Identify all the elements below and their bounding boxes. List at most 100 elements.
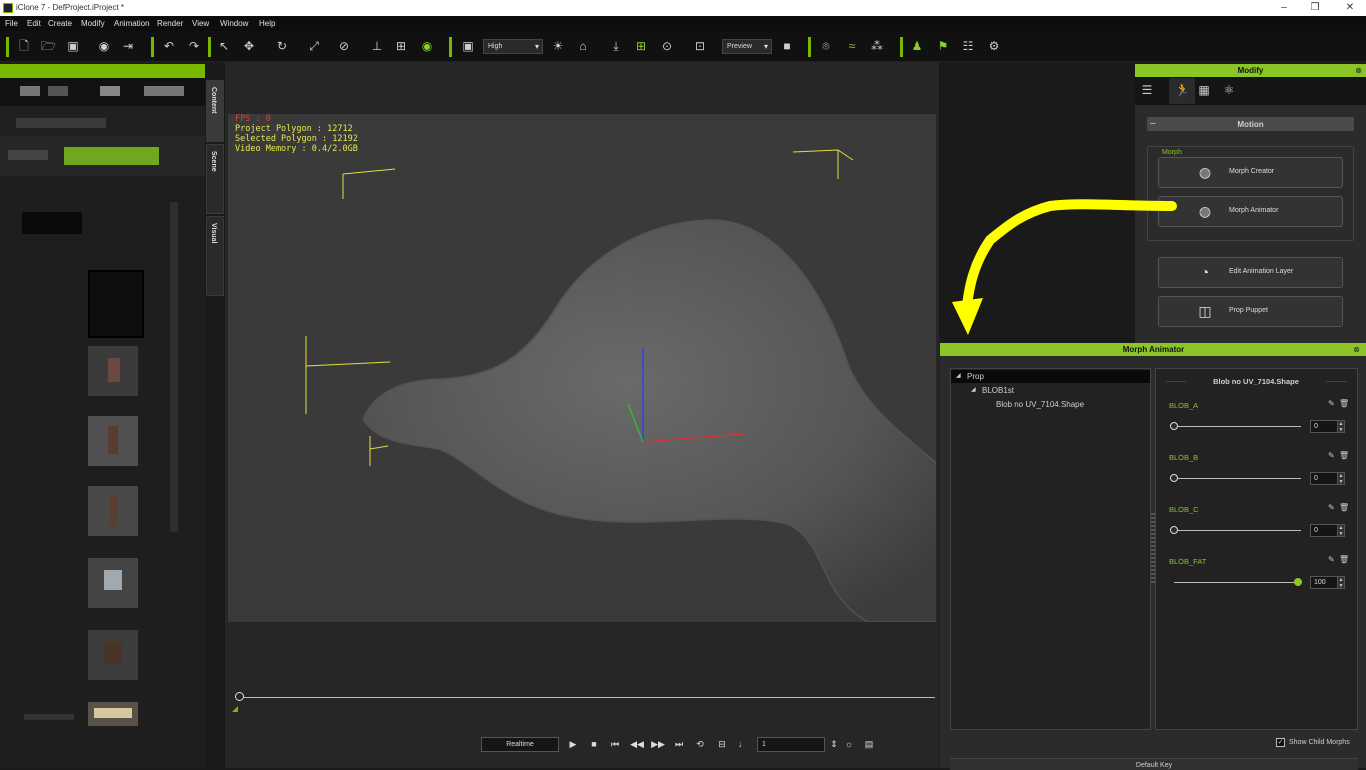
menu-create[interactable]: Create — [48, 19, 72, 28]
particles-icon[interactable]: ⁂ — [870, 39, 884, 53]
tab-physics-icon[interactable]: ⚛ — [1222, 83, 1236, 97]
prop-puppet-button[interactable]: ◫ Prop Puppet — [1158, 296, 1343, 327]
music-note-icon[interactable]: ♩ — [736, 736, 750, 752]
tab-content[interactable]: Content — [206, 80, 224, 142]
morph-slider-knob[interactable] — [1170, 474, 1178, 482]
content-tab-active[interactable] — [64, 147, 159, 165]
menu-view[interactable]: View — [192, 19, 209, 28]
3d-viewport[interactable]: FPS : 0 Project Polygon : 12712 Selected… — [228, 114, 936, 622]
delete-trash-icon[interactable]: 🗑 — [1339, 555, 1349, 564]
rotate-icon[interactable]: ↻ — [275, 39, 289, 53]
morph-creator-button[interactable]: ◍ Morph Creator — [1158, 157, 1343, 188]
scale-icon[interactable]: ⤢ — [307, 39, 321, 53]
next-frame-icon[interactable]: ▶▶ — [651, 736, 665, 752]
timeline-toggle-icon[interactable]: ▤ — [862, 736, 876, 752]
align-icon[interactable]: ⊥ — [370, 39, 384, 53]
tab-material-icon[interactable]: ▦ — [1197, 83, 1211, 97]
menu-edit[interactable]: Edit — [27, 19, 41, 28]
morph-value-input[interactable]: 100 — [1310, 576, 1338, 589]
tab-scene[interactable]: Scene — [206, 144, 224, 214]
visibility-eye-icon[interactable]: ◉ — [420, 39, 434, 53]
place-icon[interactable]: ⊞ — [394, 39, 408, 53]
range-icon[interactable]: ⊟ — [715, 736, 729, 752]
morph-value-spinner[interactable]: ▲ ▼ — [1337, 420, 1345, 433]
import-icon[interactable]: ◉ — [97, 39, 111, 53]
morph-value-spinner[interactable]: ▲ ▼ — [1337, 576, 1345, 589]
morph-value-input[interactable]: 0 — [1310, 472, 1338, 485]
play-icon[interactable]: ▶ — [566, 736, 580, 752]
pose-icon[interactable]: ♟ — [910, 39, 924, 53]
undo-icon[interactable]: ↶ — [162, 39, 176, 53]
morph-animator-close-icon[interactable]: ⊗ — [1353, 345, 1360, 354]
last-frame-icon[interactable]: ⏭ — [672, 736, 686, 752]
stop-icon[interactable]: ■ — [587, 736, 601, 752]
morph-slider-knob[interactable] — [1170, 526, 1178, 534]
morph-slider-knob[interactable] — [1170, 422, 1178, 430]
edit-pencil-icon[interactable]: ✎ — [1328, 555, 1335, 564]
morph-value-input[interactable]: 0 — [1310, 420, 1338, 433]
first-frame-icon[interactable]: ⏮ — [608, 736, 622, 752]
morph-slider-track[interactable] — [1174, 478, 1301, 479]
move-icon[interactable]: ✥ — [242, 39, 256, 53]
loop-icon[interactable]: ⟲ — [693, 736, 707, 752]
menu-render[interactable]: Render — [157, 19, 183, 28]
delete-trash-icon[interactable]: 🗑 — [1339, 451, 1349, 460]
motion-path-icon[interactable]: ≈ — [845, 39, 859, 53]
close-button[interactable]: ✕ — [1336, 1, 1364, 15]
redo-icon[interactable]: ↷ — [187, 39, 201, 53]
sun-settings-icon[interactable]: ☼ — [842, 736, 856, 752]
menu-window[interactable]: Window — [220, 19, 248, 28]
tool-settings-icon[interactable]: ⚙ — [987, 39, 1001, 53]
select-arrow-icon[interactable]: ↖ — [217, 39, 231, 53]
tab-attributes-icon[interactable]: ☰ — [1140, 83, 1154, 97]
menu-file[interactable]: File — [5, 19, 18, 28]
grid-toggle-icon[interactable]: ⊞ — [634, 39, 648, 53]
open-folder-icon[interactable]: 🗁 — [41, 39, 56, 53]
morph-slider-track[interactable] — [1174, 530, 1301, 531]
tree-item-blob1st[interactable]: ◢ BLOB1st — [951, 384, 1150, 397]
default-key-button[interactable]: Default Key — [950, 758, 1358, 770]
tab-visual[interactable]: Visual — [206, 216, 224, 296]
frame-spin-icon[interactable]: ⇕ — [827, 736, 841, 752]
tree-item-prop[interactable]: ◢ Prop — [951, 370, 1150, 383]
edit-pencil-icon[interactable]: ✎ — [1328, 503, 1335, 512]
expand-arrow-icon[interactable]: ◢ — [971, 386, 976, 393]
show-child-morphs-checkbox[interactable]: ✓ — [1276, 738, 1285, 747]
snap-icon[interactable]: ⊘ — [337, 39, 351, 53]
download-icon[interactable]: ⤓ — [609, 39, 623, 53]
export-icon[interactable]: ⇥ — [121, 39, 135, 53]
preview-dropdown[interactable]: Preview — [722, 39, 772, 54]
morph-slider-track[interactable] — [1174, 426, 1301, 427]
clipboard-icon[interactable]: ☷ — [961, 39, 975, 53]
edit-animation-layer-button[interactable]: ◔ Edit Animation Layer — [1158, 257, 1343, 288]
quality-dropdown[interactable]: High — [483, 39, 543, 54]
morph-value-spinner[interactable]: ▲ ▼ — [1337, 524, 1345, 537]
timeline-playhead[interactable] — [235, 692, 244, 701]
timeline-scrubber[interactable] — [232, 692, 935, 712]
home-camera-icon[interactable]: ⌂ — [576, 39, 590, 53]
maximize-button[interactable]: ❐ — [1301, 1, 1329, 15]
screenshot-icon[interactable]: ⊡ — [693, 39, 707, 53]
content-scrollbar[interactable] — [170, 202, 178, 532]
pick-parent-icon[interactable]: ⊙ — [660, 39, 674, 53]
flag-icon[interactable]: ⚑ — [936, 39, 950, 53]
motion-section-header[interactable]: – Motion — [1147, 117, 1354, 131]
morph-slider-knob[interactable] — [1294, 578, 1302, 586]
frame-input[interactable]: 1 — [757, 737, 825, 752]
camera-icon[interactable]: ■ — [780, 39, 794, 53]
expand-arrow-icon[interactable]: ◢ — [956, 372, 961, 379]
playback-mode-button[interactable]: Realtime — [481, 737, 559, 752]
menu-modify[interactable]: Modify — [81, 19, 105, 28]
delete-trash-icon[interactable]: 🗑 — [1339, 503, 1349, 512]
morph-animator-button[interactable]: ◍ Morph Animator — [1158, 196, 1343, 227]
content-thumbnail[interactable] — [88, 270, 144, 338]
viewport-layout-icon[interactable]: ▣ — [461, 39, 475, 53]
menu-animation[interactable]: Animation — [114, 19, 150, 28]
menu-help[interactable]: Help — [259, 19, 275, 28]
morph-slider-track[interactable] — [1174, 582, 1301, 583]
new-file-icon[interactable]: 🗋 — [17, 39, 31, 53]
edit-pencil-icon[interactable]: ✎ — [1328, 451, 1335, 460]
prev-frame-icon[interactable]: ◀◀ — [630, 736, 644, 752]
bone-icon[interactable]: ⌾ — [819, 39, 833, 53]
edit-pencil-icon[interactable]: ✎ — [1328, 399, 1335, 408]
